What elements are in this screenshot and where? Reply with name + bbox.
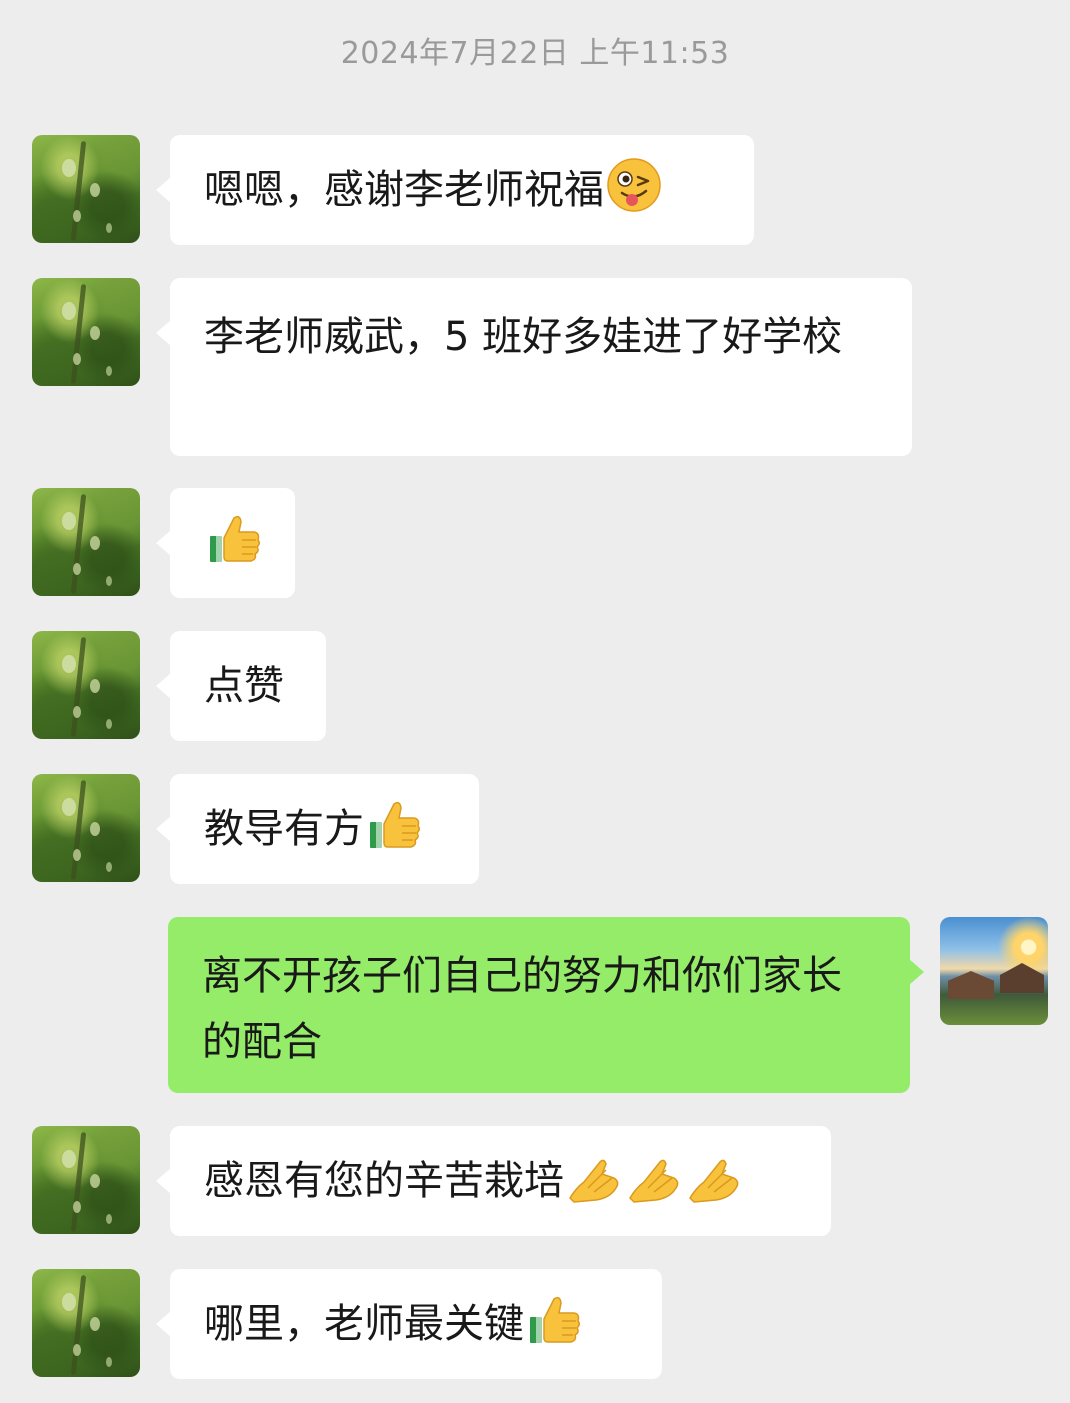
message-bubble[interactable]: 点赞: [156, 631, 326, 741]
contact-avatar[interactable]: [32, 488, 140, 596]
message-bubble[interactable]: [156, 488, 295, 598]
message-text: 教导有方: [204, 806, 364, 852]
winking-tongue-face-icon: [606, 157, 662, 213]
message-bubble[interactable]: 嗯嗯，感谢李老师祝福: [156, 135, 754, 245]
folded-hands-icon: [686, 1148, 744, 1204]
thumbs-up-icon: [526, 1291, 582, 1347]
folded-hands-icon: [566, 1148, 624, 1204]
message-bubble[interactable]: 感恩有您的辛苦栽培: [156, 1126, 831, 1236]
message-bubble[interactable]: 哪里，老师最关键: [156, 1269, 662, 1379]
message-text: 点赞: [204, 663, 284, 709]
contact-avatar[interactable]: [32, 278, 140, 386]
message-bubble[interactable]: 李老师威武，5 班好多娃进了好学校: [156, 278, 912, 456]
contact-avatar[interactable]: [32, 1126, 140, 1234]
message-text: 嗯嗯，感谢李老师祝福: [204, 167, 604, 213]
folded-hands-icon: [626, 1148, 684, 1204]
message-text: 离不开孩子们自己的努力和你们家长的配合: [202, 953, 842, 1065]
message-text: 李老师威武，5 班好多娃进了好学校: [204, 314, 843, 360]
message-text: 感恩有您的辛苦栽培: [204, 1158, 564, 1204]
message-bubble[interactable]: 教导有方: [156, 774, 479, 884]
thumbs-up-icon: [206, 510, 262, 566]
thumbs-up-icon: [366, 796, 422, 852]
contact-avatar[interactable]: [32, 135, 140, 243]
self-avatar[interactable]: [940, 917, 1048, 1025]
message-text: 哪里，老师最关键: [204, 1301, 524, 1347]
chat-timestamp: 2024年7月22日 上午11:53: [340, 36, 730, 71]
contact-avatar[interactable]: [32, 1269, 140, 1377]
contact-avatar[interactable]: [32, 631, 140, 739]
contact-avatar[interactable]: [32, 774, 140, 882]
message-bubble-self[interactable]: 离不开孩子们自己的努力和你们家长的配合: [168, 917, 924, 1093]
